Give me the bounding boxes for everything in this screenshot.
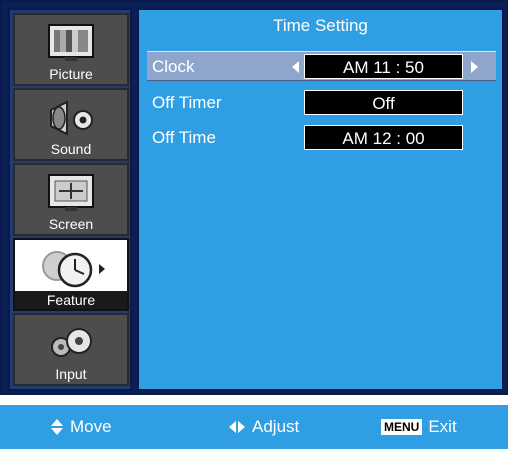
sidebar-item-feature[interactable]: Feature bbox=[13, 238, 129, 311]
exit-label: Exit bbox=[428, 417, 457, 436]
sidebar-item-picture[interactable]: Picture bbox=[13, 13, 129, 86]
clock-icon bbox=[42, 251, 105, 288]
speaker-icon bbox=[50, 100, 93, 136]
sidebar-item-label: Sound bbox=[50, 141, 92, 157]
panel-title: Time Setting bbox=[273, 16, 368, 35]
sidebar-item-label: Picture bbox=[49, 66, 93, 82]
sidebar-item-label: Feature bbox=[15, 291, 127, 309]
screen-adjust-icon bbox=[48, 174, 94, 211]
left-right-arrow-icon bbox=[229, 421, 245, 433]
move-hint: Move bbox=[50, 417, 112, 437]
tv-picture-icon bbox=[48, 24, 94, 61]
osd-menu: Picture Sound Screen Feature Input Time … bbox=[0, 0, 508, 395]
off-timer-value[interactable]: Off bbox=[304, 90, 463, 115]
menu-key-badge: MENU bbox=[381, 419, 423, 435]
sidebar-item-label: Input bbox=[55, 366, 87, 382]
arrow-right-icon[interactable] bbox=[471, 61, 478, 73]
sidebar-item-input[interactable]: Input bbox=[13, 313, 129, 386]
sidebar-item-sound[interactable]: Sound bbox=[13, 88, 129, 161]
arrow-left-icon[interactable] bbox=[292, 61, 299, 73]
off-time-value[interactable]: AM 12 : 00 bbox=[304, 125, 463, 150]
sidebar: Picture Sound Screen Feature Input bbox=[8, 8, 132, 391]
row-label: Off Time bbox=[152, 128, 216, 147]
up-down-arrow-icon bbox=[51, 419, 63, 435]
clock-value[interactable]: AM 11 : 50 bbox=[304, 54, 463, 79]
setting-row-off-time[interactable]: Off Time AM 12 : 00 bbox=[147, 123, 496, 153]
footer-hints: Move Adjust MENU Exit bbox=[0, 405, 508, 449]
sidebar-item-label: Screen bbox=[48, 216, 94, 232]
move-label: Move bbox=[70, 417, 112, 436]
adjust-label: Adjust bbox=[252, 417, 300, 436]
row-label: Clock bbox=[152, 57, 195, 76]
setting-row-clock[interactable]: Clock AM 11 : 50 bbox=[147, 51, 496, 81]
row-label: Off Timer bbox=[152, 93, 222, 112]
setting-row-off-timer[interactable]: Off Timer Off bbox=[147, 88, 496, 118]
adjust-hint: Adjust bbox=[228, 417, 299, 437]
sidebar-item-screen[interactable]: Screen bbox=[13, 163, 129, 236]
input-gears-icon bbox=[51, 328, 92, 357]
time-setting-panel: Time Setting Clock AM 11 : 50 Off Timer … bbox=[137, 8, 504, 391]
exit-hint: MENU Exit bbox=[381, 417, 457, 437]
